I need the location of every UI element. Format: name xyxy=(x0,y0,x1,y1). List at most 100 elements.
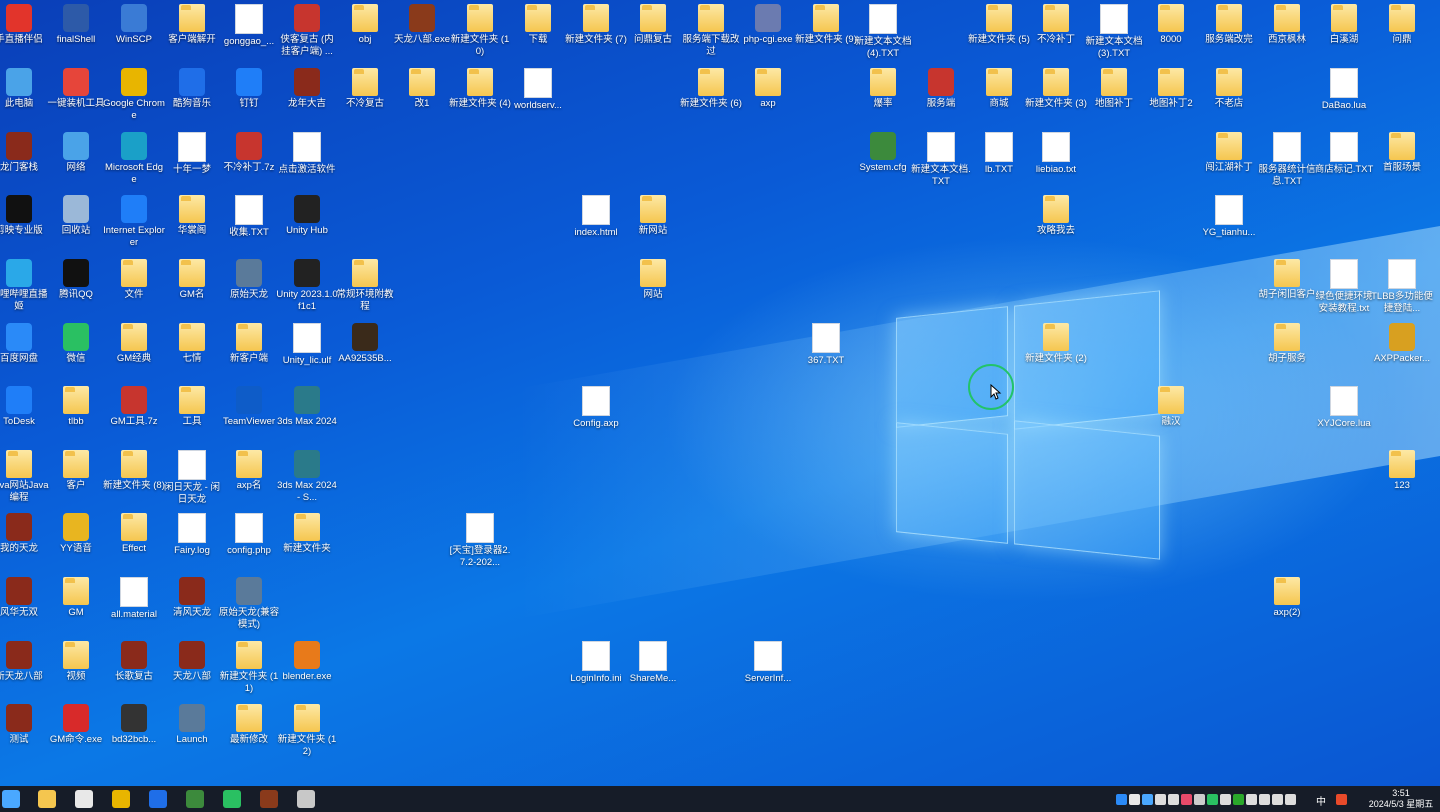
desktop-icon[interactable]: 服务端改完 xyxy=(1198,2,1260,46)
desktop-icon[interactable]: 新建文件夹 (4) xyxy=(449,66,511,110)
desktop-icon[interactable]: 不冷补丁.7z xyxy=(218,130,280,174)
desktop-icon[interactable]: 风华无双 xyxy=(0,575,50,619)
desktop-icon[interactable]: 网站 xyxy=(622,257,684,301)
desktop-icon[interactable]: 下载 xyxy=(507,2,569,46)
desktop-icon[interactable]: 问鼎复古 xyxy=(622,2,684,46)
tray-app-11-icon[interactable] xyxy=(1246,794,1257,805)
desktop-icon[interactable]: index.html xyxy=(565,193,627,239)
desktop-icon[interactable]: 新建文本文档.TXT xyxy=(910,130,972,188)
desktop-icon[interactable]: 一键装机工具 xyxy=(45,66,107,110)
desktop-icon[interactable]: GM xyxy=(45,575,107,619)
desktop-icon[interactable]: 新建文本文档 (3).TXT xyxy=(1083,2,1145,60)
desktop-icon[interactable]: 百度网盘 xyxy=(0,321,50,365)
desktop-icon[interactable]: 白溪湖 xyxy=(1313,2,1375,46)
tray-app-5-icon[interactable] xyxy=(1168,794,1179,805)
desktop-icon[interactable]: GM命令.exe xyxy=(45,702,107,746)
desktop-icon[interactable]: ToDesk xyxy=(0,384,50,428)
desktop-icon[interactable]: ShareMe... xyxy=(622,639,684,685)
desktop-icon[interactable]: 商城 xyxy=(968,66,1030,110)
desktop-icon[interactable]: config.php xyxy=(218,511,280,557)
desktop-icon[interactable]: [天宝]登录器2.7.2-202... xyxy=(449,511,511,569)
tray-app-8-icon[interactable] xyxy=(1207,794,1218,805)
desktop-icon[interactable]: 客户 xyxy=(45,448,107,492)
desktop-icon[interactable]: 不老店 xyxy=(1198,66,1260,110)
desktop-icon[interactable]: AXPPacker... xyxy=(1371,321,1433,365)
desktop-icon[interactable]: 问鼎 xyxy=(1371,2,1433,46)
desktop-icon[interactable]: 新建文件夹 (12) xyxy=(276,702,338,758)
desktop-icon[interactable]: axp名 xyxy=(218,448,280,492)
desktop-icon[interactable]: 哔哩哔哩直播姬 xyxy=(0,257,50,313)
desktop-icon[interactable]: 新客户端 xyxy=(218,321,280,365)
desktop-icon[interactable]: 新建文件夹 (8) xyxy=(103,448,165,492)
desktop-icon[interactable]: WinSCP xyxy=(103,2,165,46)
desktop-icon[interactable]: DaBao.lua xyxy=(1313,66,1375,112)
tray-app-4-icon[interactable] xyxy=(1155,794,1166,805)
desktop-icon[interactable]: Java网站Java编程 xyxy=(0,448,50,504)
desktop-icon[interactable]: 长歌复古 xyxy=(103,639,165,683)
desktop-icon[interactable]: 原始天龙 xyxy=(218,257,280,301)
desktop-icon[interactable]: Config.axp xyxy=(565,384,627,430)
desktop-icon[interactable]: 华裳阁 xyxy=(161,193,223,237)
tray-app-2-icon[interactable] xyxy=(1129,794,1140,805)
desktop-icon[interactable]: 剪映专业版 xyxy=(0,193,50,237)
desktop-icon[interactable]: 酷狗音乐 xyxy=(161,66,223,110)
desktop-icon[interactable]: 367.TXT xyxy=(795,321,857,367)
desktop-icon[interactable]: GM经典 xyxy=(103,321,165,365)
desktop-icon[interactable]: 123 xyxy=(1371,448,1433,492)
desktop-icon[interactable]: 十年一梦 xyxy=(161,130,223,176)
desktop-icon[interactable]: 收集.TXT xyxy=(218,193,280,239)
desktop-icon[interactable]: 商店标记.TXT xyxy=(1313,130,1375,176)
desktop-icon[interactable]: 龙门客栈 xyxy=(0,130,50,174)
tray-app-6-icon[interactable] xyxy=(1181,794,1192,805)
desktop-icon[interactable]: 8000 xyxy=(1140,2,1202,46)
desktop-icon[interactable]: GM工具.7z xyxy=(103,384,165,428)
ime-indicator[interactable]: 中 xyxy=(1316,793,1326,808)
desktop-icon[interactable]: 侠客复古 (内挂客户端) ... xyxy=(276,2,338,58)
desktop-icon[interactable]: 回收站 xyxy=(45,193,107,237)
desktop-icon[interactable]: blender.exe xyxy=(276,639,338,683)
tray-app-10-icon[interactable] xyxy=(1233,794,1244,805)
desktop-icon[interactable]: 西京枫林 xyxy=(1256,2,1318,46)
desktop-icon[interactable]: gonggao_... xyxy=(218,2,280,48)
tray-app-1-icon[interactable] xyxy=(1116,794,1127,805)
desktop-icon[interactable]: 网络 xyxy=(45,130,107,174)
desktop-icon[interactable]: 视频 xyxy=(45,639,107,683)
notepad-icon[interactable] xyxy=(186,790,204,808)
desktop-icon[interactable]: 首服场景 xyxy=(1371,130,1433,174)
desktop-icon[interactable]: bd32bcb... xyxy=(103,702,165,746)
desktop-icon[interactable]: 不冷补丁 xyxy=(1025,2,1087,46)
desktop-icon[interactable]: 新建文本文档 (4).TXT xyxy=(852,2,914,60)
desktop-icon[interactable]: Unity Hub xyxy=(276,193,338,237)
desktop-icon[interactable]: 手直播伴侣 xyxy=(0,2,50,46)
file-explorer-icon[interactable] xyxy=(38,790,56,808)
desktop-icon[interactable]: 新建文件夹 (5) xyxy=(968,2,1030,46)
desktop-icon[interactable]: all.material xyxy=(103,575,165,621)
desktop-icon[interactable]: 钉钉 xyxy=(218,66,280,110)
desktop-icon[interactable]: 新建文件夹 (10) xyxy=(449,2,511,58)
desktop-icon[interactable]: 工具 xyxy=(161,384,223,428)
desktop-icon[interactable]: 新建文件夹 (9) xyxy=(795,2,857,46)
desktop-icon[interactable]: 新建文件夹 (6) xyxy=(680,66,742,110)
desktop-icon[interactable]: 最新修改 xyxy=(218,702,280,746)
desktop-icon[interactable]: 文件 xyxy=(103,257,165,301)
desktop-icon[interactable]: 点击激活软件 xyxy=(276,130,338,176)
tray-app-7-icon[interactable] xyxy=(1194,794,1205,805)
desktop-icon[interactable]: Effect xyxy=(103,511,165,555)
desktop-icon[interactable]: Google Chrome xyxy=(103,66,165,122)
desktop-icon[interactable]: 测试 xyxy=(0,702,50,746)
start-icon[interactable] xyxy=(2,790,20,808)
desktop-icon[interactable]: 闲日天龙 - 闲日天龙 xyxy=(161,448,223,506)
desktop-icon[interactable]: Launch xyxy=(161,702,223,746)
desktop-icon[interactable]: TeamViewer xyxy=(218,384,280,428)
desktop-icon[interactable]: axp(2) xyxy=(1256,575,1318,619)
desktop-icon[interactable]: 此电脑 xyxy=(0,66,50,110)
desktop-icon[interactable]: 天龙八部.exe xyxy=(391,2,453,46)
desktop-icon[interactable]: XYJCore.lua xyxy=(1313,384,1375,430)
desktop-icon[interactable]: 攻略我去 xyxy=(1025,193,1087,237)
desktop-icon[interactable]: 客户端解开 xyxy=(161,2,223,46)
desktop-icon[interactable]: 新建文件夹 (3) xyxy=(1025,66,1087,110)
desktop-icon[interactable]: 天龙八部 xyxy=(161,639,223,683)
desktop-icon[interactable]: 新建文件夹 xyxy=(276,511,338,555)
network-icon[interactable] xyxy=(1272,794,1283,805)
desktop-icon[interactable]: Unity_lic.ulf xyxy=(276,321,338,367)
